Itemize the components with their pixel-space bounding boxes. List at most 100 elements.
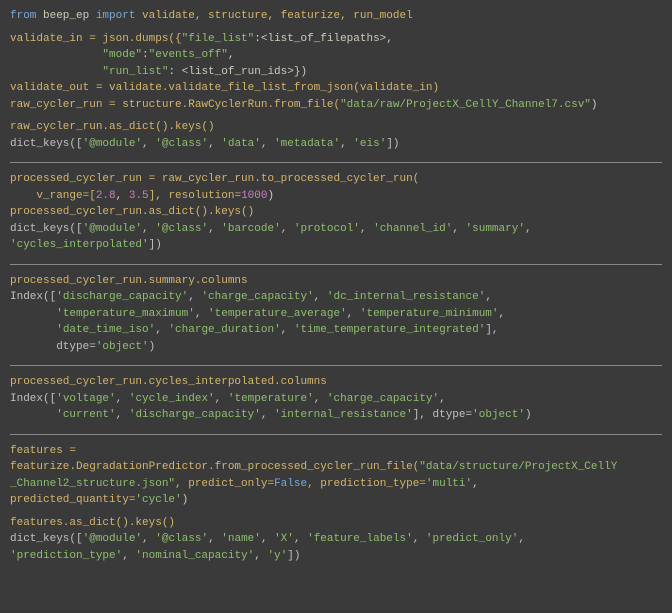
- code: features =: [10, 445, 76, 457]
- number: 1000: [241, 190, 267, 202]
- punct: ,: [155, 324, 168, 336]
- punct: ): [591, 99, 598, 111]
- code-block-4: processed_cycler_run.cycles_interpolated…: [10, 374, 662, 424]
- out: dict_keys([: [10, 533, 83, 545]
- output-line: dict_keys(['@module', '@class', 'data', …: [10, 136, 662, 153]
- code-line: raw_cycler_run.as_dict().keys(): [10, 119, 662, 136]
- punct: ,: [518, 533, 525, 545]
- string: 'cycle_index': [129, 393, 215, 405]
- punct: ]): [149, 239, 162, 251]
- code-line: _Channel2_structure.json", predict_only=…: [10, 476, 662, 493]
- string: _Channel2_structure.json": [10, 478, 175, 490]
- string: '@module': [83, 138, 142, 150]
- string: 'cycle': [135, 494, 181, 506]
- punct: ,: [347, 308, 360, 320]
- punct: ,: [472, 478, 479, 490]
- punct: ,: [340, 138, 353, 150]
- punct: ,: [228, 49, 235, 61]
- punct: ,: [142, 223, 155, 235]
- code: featurize.DegradationPredictor.from_proc…: [10, 461, 419, 473]
- code-block-2: processed_cycler_run = raw_cycler_run.to…: [10, 171, 662, 254]
- separator: [10, 434, 662, 435]
- string: 'current': [56, 409, 115, 421]
- separator: [10, 365, 662, 366]
- string: 'temperature_average': [208, 308, 347, 320]
- indent: [10, 308, 56, 320]
- string: 'protocol': [294, 223, 360, 235]
- code: , prediction_type=: [307, 478, 426, 490]
- string: 'charge_duration': [168, 324, 280, 336]
- string: 'cycles_interpolated': [10, 239, 149, 251]
- module-name: beep_ep: [36, 10, 95, 22]
- output-line: Index(['discharge_capacity', 'charge_cap…: [10, 289, 662, 306]
- punct: ,: [413, 533, 426, 545]
- code-line: "run_list": <list_of_run_ids>}): [10, 64, 662, 81]
- indent: [10, 409, 56, 421]
- code-line: processed_cycler_run.summary.columns: [10, 273, 662, 290]
- string: 'discharge_capacity': [129, 409, 261, 421]
- code-line: features =: [10, 443, 662, 460]
- punct: ,: [142, 138, 155, 150]
- code: : <list_of_run_ids>}): [168, 66, 307, 78]
- punct: ): [182, 494, 189, 506]
- output-line: 'cycles_interpolated']): [10, 237, 662, 254]
- code-block-3: processed_cycler_run.summary.columns Ind…: [10, 273, 662, 356]
- out: dict_keys([: [10, 138, 83, 150]
- code-line: validate_in = json.dumps({"file_list":<l…: [10, 31, 662, 48]
- punct: ): [525, 409, 532, 421]
- string: 'data': [221, 138, 261, 150]
- string: 'y': [267, 550, 287, 562]
- string: 'object': [96, 341, 149, 353]
- indent: [10, 66, 102, 78]
- kw-from: from: [10, 10, 36, 22]
- code: processed_cycler_run = raw_cycler_run.to…: [10, 173, 419, 185]
- separator: [10, 264, 662, 265]
- punct: ): [149, 341, 156, 353]
- code: processed_cycler_run.cycles_interpolated…: [10, 376, 327, 388]
- string: 'time_temperature_integrated': [294, 324, 485, 336]
- code: dtype=: [10, 341, 96, 353]
- string: '@module': [83, 533, 142, 545]
- code: validate_out = validate.validate_file_li…: [10, 82, 439, 94]
- output-line: 'current', 'discharge_capacity', 'intern…: [10, 407, 662, 424]
- code: raw_cycler_run = structure.RawCyclerRun.…: [10, 99, 340, 111]
- output-line: Index(['voltage', 'cycle_index', 'temper…: [10, 391, 662, 408]
- punct: ,: [452, 223, 465, 235]
- punct: ,: [116, 409, 129, 421]
- string: 'voltage': [56, 393, 115, 405]
- punct: ]): [287, 550, 300, 562]
- code-line: "mode":"events_off",: [10, 47, 662, 64]
- out: Index([: [10, 291, 56, 303]
- output-line: 'temperature_maximum', 'temperature_aver…: [10, 306, 662, 323]
- code: features.as_dict().keys(): [10, 517, 175, 529]
- string: 'feature_labels': [307, 533, 413, 545]
- code-line: v_range=[2.8, 3.5], resolution=1000): [10, 188, 662, 205]
- punct: ,: [195, 308, 208, 320]
- punct: ,: [208, 533, 221, 545]
- string: "file_list": [182, 33, 255, 45]
- punct: ): [267, 190, 274, 202]
- punct: ,: [294, 533, 307, 545]
- punct: ,: [208, 138, 221, 150]
- string: 'barcode': [221, 223, 280, 235]
- code-line: features.as_dict().keys(): [10, 515, 662, 532]
- punct: ,: [208, 223, 221, 235]
- separator: [10, 162, 662, 163]
- punct: ,: [499, 308, 506, 320]
- punct: ,: [485, 291, 492, 303]
- punct: ,: [116, 190, 129, 202]
- punct: ,: [314, 291, 327, 303]
- string: 'temperature_maximum': [56, 308, 195, 320]
- code-line: predicted_quantity='cycle'): [10, 492, 662, 509]
- import-names: validate, structure, featurize, run_mode…: [135, 10, 412, 22]
- string: 'name': [221, 533, 261, 545]
- punct: ,: [215, 393, 228, 405]
- output-line: 'date_time_iso', 'charge_duration', 'tim…: [10, 322, 662, 339]
- string: "run_list": [102, 66, 168, 78]
- punct: ,: [439, 393, 446, 405]
- string: "data/raw/ProjectX_CellY_Channel7.csv": [340, 99, 591, 111]
- punct: ,: [314, 393, 327, 405]
- code-line: from beep_ep import validate, structure,…: [10, 8, 662, 25]
- string: 'metadata': [274, 138, 340, 150]
- number: 2.8: [96, 190, 116, 202]
